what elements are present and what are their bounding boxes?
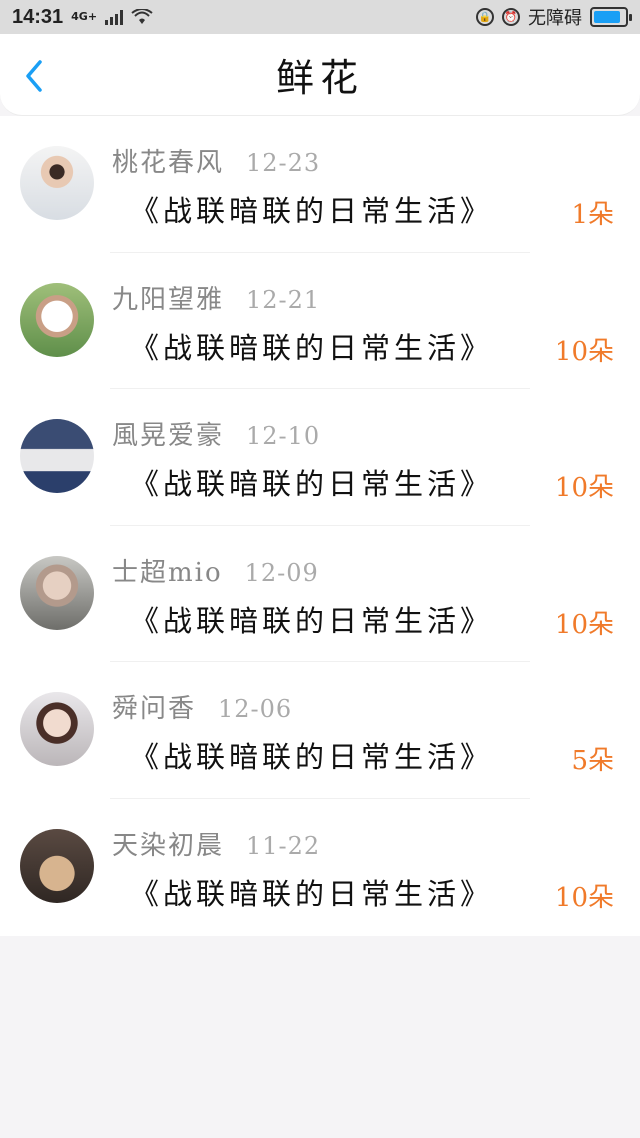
book-title[interactable]: 《战联暗联的日常生活》: [130, 325, 493, 367]
list-item[interactable]: 九阳望雅 12-21 《战联暗联的日常生活》 10朵: [0, 253, 640, 389]
battery-fill: [594, 11, 620, 23]
nav-header: 鲜花: [0, 34, 640, 116]
avatar[interactable]: [20, 828, 94, 903]
book-title[interactable]: 《战联暗联的日常生活》: [130, 598, 493, 640]
book-title[interactable]: 《战联暗联的日常生活》: [130, 871, 493, 913]
sender-name[interactable]: 士超mio: [112, 552, 223, 589]
item-meta: 舜问香 12-06: [112, 688, 292, 725]
item-meta: 桃花春风 12-23: [112, 142, 320, 179]
list-item[interactable]: 桃花春风 12-23 《战联暗联的日常生活》 1朵: [0, 116, 640, 253]
list-item[interactable]: 天染初晨 11-22 《战联暗联的日常生活》 10朵: [0, 799, 640, 936]
sender-name[interactable]: 桃花春风: [112, 142, 224, 179]
book-title[interactable]: 《战联暗联的日常生活》: [130, 461, 493, 503]
battery-icon: [590, 7, 632, 27]
list-item[interactable]: 風晃爱豪 12-10 《战联暗联的日常生活》 10朵: [0, 389, 640, 526]
sender-name[interactable]: 舜问香: [112, 688, 196, 725]
status-bar: 14:31 4G+ 🔒 ⏰ 无障碍: [0, 0, 640, 34]
book-title[interactable]: 《战联暗联的日常生活》: [130, 188, 493, 230]
flower-count: 10朵: [554, 336, 614, 367]
send-date: 12-10: [246, 422, 321, 450]
avatar[interactable]: [20, 555, 94, 630]
network-type: 4G+: [71, 10, 98, 23]
empty-area: [0, 936, 640, 1138]
lock-rotation-icon: 🔒: [476, 8, 494, 26]
signal-icon: [105, 9, 124, 25]
send-date: 12-23: [246, 149, 321, 177]
send-date: 11-22: [246, 831, 321, 860]
flower-count: 10朵: [554, 609, 614, 640]
flower-count: 5朵: [571, 746, 614, 776]
accessibility-label: 无障碍: [528, 8, 582, 29]
send-date: 12-06: [218, 695, 293, 723]
sender-name[interactable]: 天染初晨: [112, 825, 224, 862]
flower-list: 桃花春风 12-23 《战联暗联的日常生活》 1朵 九阳望雅 12-21 《战联…: [0, 116, 640, 936]
sender-name[interactable]: 九阳望雅: [112, 279, 224, 316]
alarm-icon: ⏰: [502, 8, 520, 26]
sender-name[interactable]: 風晃爱豪: [112, 415, 224, 452]
status-right: 🔒 ⏰ 无障碍: [476, 4, 632, 30]
send-date: 12-21: [246, 285, 321, 314]
wifi-icon: [131, 9, 153, 24]
item-meta: 風晃爱豪 12-10: [112, 415, 320, 452]
flower-count: 10朵: [554, 882, 614, 913]
back-arrow-icon[interactable]: [22, 58, 52, 94]
item-meta: 天染初晨 11-22: [112, 825, 320, 862]
status-left: 14:31 4G+: [12, 6, 153, 29]
status-time: 14:31: [12, 5, 64, 28]
list-item[interactable]: 舜问香 12-06 《战联暗联的日常生活》 5朵: [0, 662, 640, 799]
send-date: 12-09: [244, 558, 319, 587]
item-meta: 九阳望雅 12-21: [112, 279, 320, 316]
flower-count: 1朵: [571, 200, 614, 230]
item-meta: 士超mio 12-09: [112, 552, 319, 589]
avatar[interactable]: [20, 692, 94, 766]
avatar[interactable]: [20, 419, 94, 493]
page-title: 鲜花: [275, 56, 364, 100]
avatar[interactable]: [20, 146, 94, 220]
book-title[interactable]: 《战联暗联的日常生活》: [130, 734, 493, 776]
avatar[interactable]: [20, 282, 94, 357]
flower-count: 10朵: [554, 473, 614, 503]
list-item[interactable]: 士超mio 12-09 《战联暗联的日常生活》 10朵: [0, 526, 640, 662]
